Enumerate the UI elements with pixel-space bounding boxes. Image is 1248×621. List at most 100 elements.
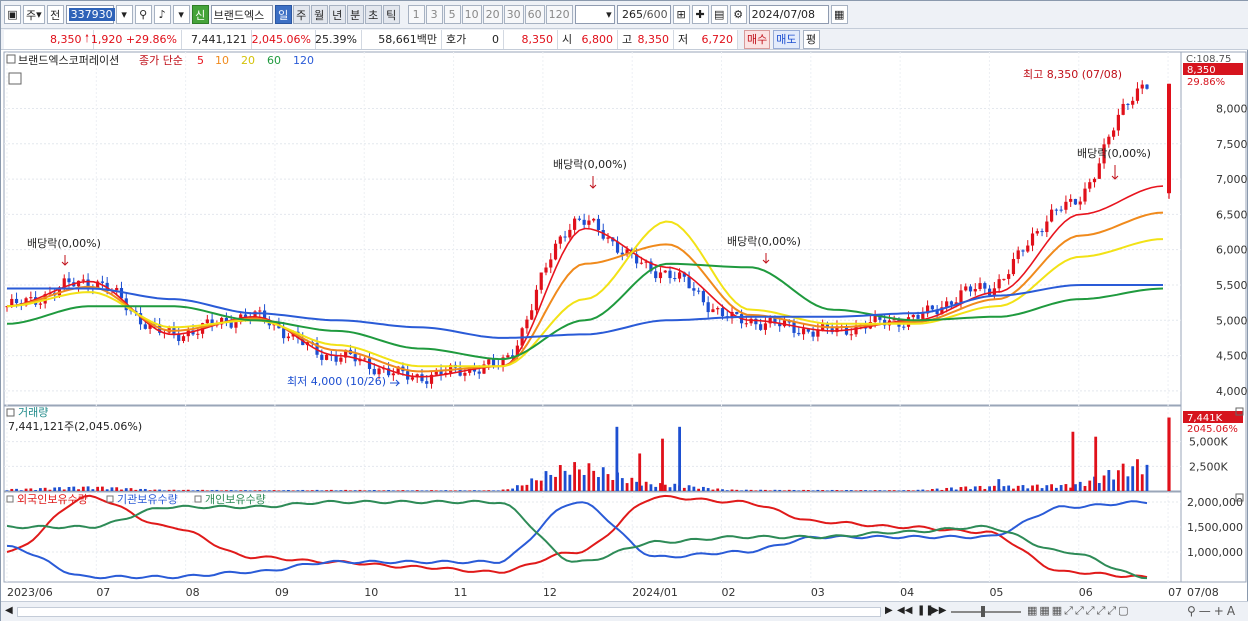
- volume-bar: [620, 478, 624, 491]
- stock-code-input[interactable]: 337930: [65, 5, 115, 24]
- ma-legend-60: 60: [267, 54, 281, 67]
- volume-bar: [72, 486, 76, 491]
- price-tick: 8,000: [1216, 102, 1248, 115]
- period-tab-6[interactable]: 틱: [382, 5, 400, 24]
- calendar-icon[interactable]: ▦: [830, 5, 848, 24]
- x-axis-labels: 2023/06 07 08 09 10 11 12 2024/01 02 03 04 05 06 07 07…: [7, 586, 1219, 599]
- save-icon[interactable]: ▤: [710, 5, 728, 24]
- high-value: 8,350: [637, 32, 670, 46]
- volume-bar: [58, 487, 61, 491]
- candle: [692, 288, 696, 291]
- buy-button[interactable]: 매수: [744, 29, 771, 49]
- scroll-right-icon[interactable]: ▶: [885, 605, 893, 616]
- volume-bar: [930, 488, 934, 491]
- speed-slider[interactable]: [951, 611, 1021, 613]
- rewind-icon[interactable]: ◀◀: [897, 605, 912, 616]
- volume-bar: [582, 474, 586, 491]
- volume-bar: [792, 489, 796, 491]
- period-tab-1[interactable]: 주: [292, 5, 310, 24]
- x-tick: 2023/06: [7, 586, 53, 599]
- fast-forward-icon[interactable]: ▶▶: [931, 605, 946, 616]
- volume-bar: [487, 490, 491, 491]
- prev-button[interactable]: 전: [46, 5, 64, 24]
- chevron-down-icon[interactable]: ▾: [172, 5, 190, 24]
- volume-bar: [661, 438, 664, 491]
- volume-bar: [86, 486, 90, 491]
- zoom-controls[interactable]: ⚲—+A: [1187, 604, 1238, 618]
- interval-tab-5[interactable]: 5: [443, 5, 461, 24]
- crosshair-icon[interactable]: ✚: [691, 5, 709, 24]
- date-field[interactable]: 2024/07/08: [748, 5, 829, 24]
- volume-bar: [997, 479, 1001, 491]
- volume-bar: [849, 490, 853, 491]
- tool-icons[interactable]: ▦▦▦⤢⤢⤢⤢⤢▢: [1027, 604, 1131, 618]
- stock-code-dropdown-icon[interactable]: ▾: [115, 5, 133, 24]
- volume-bar: [220, 490, 224, 491]
- volume-bar: [964, 486, 968, 491]
- search-icon[interactable]: ⚲: [134, 5, 152, 24]
- volume-bar: [644, 481, 648, 491]
- interval-tab-30[interactable]: 30: [503, 5, 524, 24]
- change-cell: 1,920 +29.86%: [90, 29, 182, 49]
- interval-tab-60[interactable]: 60: [524, 5, 545, 24]
- volume-bar: [625, 483, 629, 491]
- stock-chart[interactable]: 8,000 7,500 7,000 6,500 6,000 5,500 5,000 4,500…: [1, 51, 1248, 601]
- volume-bar: [296, 490, 300, 491]
- volume-bar: [1040, 488, 1044, 491]
- stock-name-field[interactable]: 브랜드엑스: [210, 5, 273, 24]
- interval-tab-120[interactable]: 120: [545, 5, 573, 24]
- window-menu-icon[interactable]: ▣: [4, 5, 21, 24]
- x-tick: 2024/01: [632, 586, 678, 599]
- volume-bar: [1126, 476, 1130, 491]
- volume-bar: [377, 490, 381, 491]
- volume-bar: [797, 490, 801, 491]
- x-tick: 09: [275, 586, 289, 599]
- interval-tab-10[interactable]: 10: [461, 5, 482, 24]
- interval-custom-input[interactable]: ▾: [574, 5, 615, 24]
- volume-bar: [315, 489, 319, 491]
- period-tab-2[interactable]: 월: [310, 5, 328, 24]
- volume-bar: [916, 489, 920, 491]
- volume-bar: [740, 490, 743, 491]
- period-tab-0[interactable]: 일: [274, 5, 292, 24]
- candle: [1097, 163, 1101, 179]
- ma-legend-5: 5: [197, 54, 204, 67]
- period-unit-select[interactable]: 주 ▾: [23, 5, 45, 24]
- low-value: 6,720: [701, 32, 734, 46]
- scroll-track[interactable]: [17, 607, 881, 617]
- sound-icon[interactable]: ♪: [153, 5, 171, 24]
- volume-bar: [1094, 436, 1098, 491]
- volume-bar: [1016, 485, 1020, 491]
- period-tab-4[interactable]: 분: [346, 5, 364, 24]
- open-label: 시: [562, 33, 573, 46]
- interval-tab-1[interactable]: 1: [407, 5, 425, 24]
- period-tab-5[interactable]: 초: [364, 5, 382, 24]
- interval-tab-3[interactable]: 3: [425, 5, 443, 24]
- scroll-left-icon[interactable]: ◀: [5, 605, 13, 616]
- count-value: 265: [621, 8, 643, 21]
- sell-button[interactable]: 매도: [773, 29, 800, 49]
- candle: [477, 371, 481, 374]
- change-value: 1,920: [90, 32, 123, 46]
- volume-bar: [802, 489, 805, 491]
- open-cell: 시 6,800: [558, 29, 618, 49]
- volume-bar: [458, 490, 462, 491]
- gear-icon[interactable]: ⚙: [729, 5, 747, 24]
- avg-button[interactable]: 평: [802, 29, 820, 49]
- price-value: 8,350: [50, 32, 82, 46]
- count-field[interactable]: 265/600: [616, 5, 671, 24]
- speed-slider-handle[interactable]: [981, 606, 985, 617]
- last-price-tag-text: 8,350: [1187, 65, 1216, 76]
- period-tab-3[interactable]: 년: [328, 5, 346, 24]
- volume-bar: [244, 490, 247, 491]
- volume-bar: [124, 488, 128, 491]
- volume-bar: [654, 486, 658, 491]
- volume-bar: [535, 480, 538, 491]
- interval-tab-20[interactable]: 20: [482, 5, 503, 24]
- volume-bar: [15, 488, 18, 491]
- volume-bar: [143, 488, 147, 491]
- candle: [1140, 84, 1144, 89]
- grid-settings-icon[interactable]: ⊞: [672, 5, 690, 24]
- volume-bar: [1136, 459, 1139, 491]
- volume-bar: [635, 481, 639, 491]
